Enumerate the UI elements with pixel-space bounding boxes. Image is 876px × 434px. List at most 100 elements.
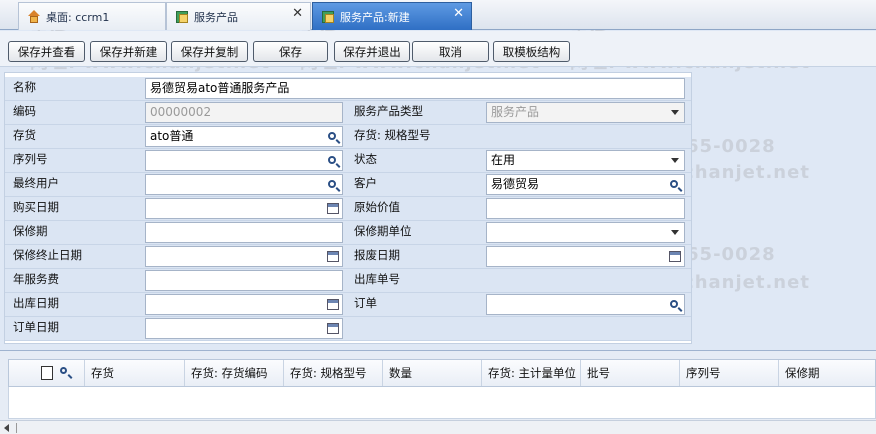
- close-icon[interactable]: ✕: [292, 7, 303, 20]
- grid-header: 存货 存货: 存货编码 存货: 规格型号 数量 存货: 主计量单位 批号 序列号…: [8, 359, 876, 387]
- order-label: 订单: [354, 296, 377, 310]
- form-row-serial: 序列号 状态 在用: [5, 149, 691, 173]
- form-row-enduser: 最终用户 客户 易德贸易: [5, 173, 691, 197]
- grid-col-spec[interactable]: 存货: 规格型号: [284, 360, 383, 386]
- type-value: 服务产品: [491, 105, 540, 119]
- form-row-buydate: 购买日期 原始价值: [5, 197, 691, 221]
- scrapdate-label: 报废日期: [354, 248, 400, 262]
- origvalue-label: 原始价值: [354, 200, 400, 214]
- stock-field[interactable]: ato普通: [145, 126, 343, 147]
- search-icon[interactable]: [325, 152, 341, 169]
- enduser-field[interactable]: [145, 174, 343, 195]
- grid-col-warranty[interactable]: 保修期: [779, 360, 875, 386]
- annualfee-field[interactable]: [145, 270, 343, 291]
- search-icon[interactable]: [60, 367, 68, 375]
- outno-field: [486, 270, 685, 291]
- form-row-outdate: 出库日期 订单: [5, 293, 691, 317]
- warranty-field[interactable]: [145, 222, 343, 243]
- enduser-label: 最终用户: [13, 176, 59, 190]
- search-icon[interactable]: [667, 176, 683, 193]
- warrantyunit-select[interactable]: [486, 222, 685, 243]
- customer-field[interactable]: 易德贸易: [486, 174, 685, 195]
- search-icon[interactable]: [667, 296, 683, 313]
- tab-label: 服务产品:新建: [340, 10, 410, 24]
- tab-service-product-new[interactable]: 服务产品:新建 ✕: [312, 2, 472, 30]
- type-select[interactable]: 服务产品: [486, 102, 685, 123]
- status-value: 在用: [491, 153, 516, 167]
- calendar-icon[interactable]: [667, 248, 683, 265]
- scroll-track: [16, 423, 17, 433]
- outdate-field[interactable]: [145, 294, 343, 315]
- form-row-orderdate: 订单日期: [5, 317, 691, 341]
- grid-col-stock-code[interactable]: 存货: 存货编码: [185, 360, 284, 386]
- grid-col-unit[interactable]: 存货: 主计量单位: [482, 360, 581, 386]
- tab-service-product[interactable]: 服务产品 ✕: [166, 2, 311, 30]
- horizontal-scrollbar[interactable]: [0, 420, 876, 434]
- spec-field: [486, 126, 685, 147]
- toolbar: 保存并查看 保存并新建 保存并复制 保存 保存并退出 取消 取模板结构: [0, 31, 876, 67]
- chevron-down-icon[interactable]: [667, 152, 683, 169]
- calendar-icon[interactable]: [325, 200, 341, 217]
- grid-col-batch[interactable]: 批号: [581, 360, 680, 386]
- outdate-label: 出库日期: [13, 296, 59, 310]
- home-icon: [27, 9, 41, 24]
- orderdate-field[interactable]: [145, 318, 343, 339]
- annualfee-label: 年服务费: [13, 272, 59, 286]
- form-row-stock: 存货 ato普通 存货: 规格型号: [5, 125, 691, 149]
- code-label: 编码: [13, 104, 36, 118]
- calendar-icon[interactable]: [325, 320, 341, 337]
- serial-field[interactable]: [145, 150, 343, 171]
- grid-col-qty[interactable]: 数量: [383, 360, 482, 386]
- product-icon: [175, 10, 189, 24]
- calendar-icon[interactable]: [325, 296, 341, 313]
- save-button[interactable]: 保存: [253, 41, 328, 62]
- order-field[interactable]: [486, 294, 685, 315]
- name-field[interactable]: 易德贸易ato普通服务产品: [145, 78, 685, 99]
- form-row-warrantyend: 保修终止日期 报废日期: [5, 245, 691, 269]
- spec-label: 存货: 规格型号: [354, 128, 431, 142]
- chevron-down-icon[interactable]: [667, 104, 683, 121]
- stock-label: 存货: [13, 128, 36, 142]
- close-icon[interactable]: ✕: [453, 7, 464, 20]
- status-label: 状态: [354, 152, 377, 166]
- template-structure-button[interactable]: 取模板结构: [493, 41, 570, 62]
- service-product-form: 名称 易德贸易ato普通服务产品 编码 00000002 服务产品类型 服务产品…: [4, 72, 692, 344]
- tab-bar: 桌面: ccrm1 服务产品 ✕ 服务产品:新建 ✕: [0, 0, 876, 30]
- search-icon[interactable]: [325, 128, 341, 145]
- grid-tools-cell: [9, 360, 85, 386]
- tab-label: 服务产品: [194, 10, 238, 24]
- form-row-code: 编码 00000002 服务产品类型 服务产品: [5, 101, 691, 125]
- warrantyunit-label: 保修期单位: [354, 224, 412, 238]
- scroll-left-icon[interactable]: [4, 424, 9, 432]
- grid-col-serial[interactable]: 序列号: [680, 360, 779, 386]
- chevron-down-icon[interactable]: [667, 224, 683, 241]
- calendar-icon[interactable]: [325, 248, 341, 265]
- status-select[interactable]: 在用: [486, 150, 685, 171]
- save-and-new-button[interactable]: 保存并新建: [90, 41, 167, 62]
- save-and-copy-button[interactable]: 保存并复制: [171, 41, 248, 62]
- save-and-view-button[interactable]: 保存并查看: [8, 41, 85, 62]
- scrapdate-field[interactable]: [486, 246, 685, 267]
- buydate-field[interactable]: [145, 198, 343, 219]
- customer-value: 易德贸易: [491, 177, 540, 191]
- code-field: 00000002: [145, 102, 343, 123]
- new-row-icon[interactable]: [41, 366, 53, 380]
- grid-col-stock[interactable]: 存货: [85, 360, 185, 386]
- warrantyend-field[interactable]: [145, 246, 343, 267]
- orderdate-label: 订单日期: [13, 320, 59, 334]
- customer-label: 客户: [354, 176, 377, 190]
- type-label: 服务产品类型: [354, 104, 423, 118]
- buydate-label: 购买日期: [13, 200, 59, 214]
- stock-value: ato普通: [150, 129, 194, 143]
- warrantyend-label: 保修终止日期: [13, 248, 82, 262]
- save-and-exit-button[interactable]: 保存并退出: [334, 41, 410, 62]
- product-new-icon: [321, 10, 335, 24]
- form-row-annualfee: 年服务费 出库单号: [5, 269, 691, 293]
- grid-body[interactable]: [8, 387, 876, 419]
- cancel-button[interactable]: 取消: [412, 41, 489, 62]
- tab-desktop[interactable]: 桌面: ccrm1: [18, 2, 166, 30]
- serial-label: 序列号: [13, 152, 48, 166]
- tab-label: 桌面: ccrm1: [46, 10, 110, 24]
- origvalue-field[interactable]: [486, 198, 685, 219]
- search-icon[interactable]: [325, 176, 341, 193]
